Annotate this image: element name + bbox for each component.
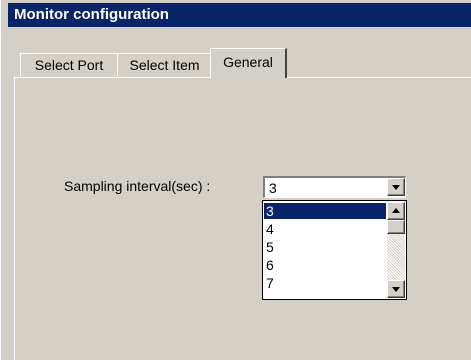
monitor-configuration-window: Monitor configuration Select Port Select… (0, 0, 471, 360)
dropdown-scrollbar[interactable] (387, 202, 405, 298)
chevron-up-icon (392, 208, 400, 213)
list-item[interactable]: 4 (264, 221, 386, 237)
scroll-up-button[interactable] (387, 202, 405, 220)
sampling-interval-combobox[interactable]: 3 (263, 176, 406, 198)
dropdown-button[interactable] (387, 178, 405, 196)
list-item[interactable]: 7 (264, 275, 386, 291)
tab-select-item[interactable]: Select Item (117, 53, 212, 76)
sampling-interval-dropdown-list[interactable]: 3 4 5 6 7 (262, 200, 407, 300)
chevron-down-icon (392, 185, 400, 190)
chevron-down-icon (392, 287, 400, 292)
list-item[interactable]: 5 (264, 239, 386, 255)
list-item[interactable]: 6 (264, 257, 386, 273)
tab-select-port[interactable]: Select Port (20, 53, 118, 76)
list-item[interactable]: 3 (264, 203, 386, 219)
sampling-interval-value: 3 (269, 180, 277, 196)
scroll-thumb[interactable] (387, 220, 405, 234)
scroll-down-button[interactable] (387, 280, 405, 298)
window-title: Monitor configuration (8, 3, 471, 27)
sampling-interval-label: Sampling interval(sec) : (64, 178, 211, 194)
tab-general[interactable]: General (210, 48, 287, 78)
